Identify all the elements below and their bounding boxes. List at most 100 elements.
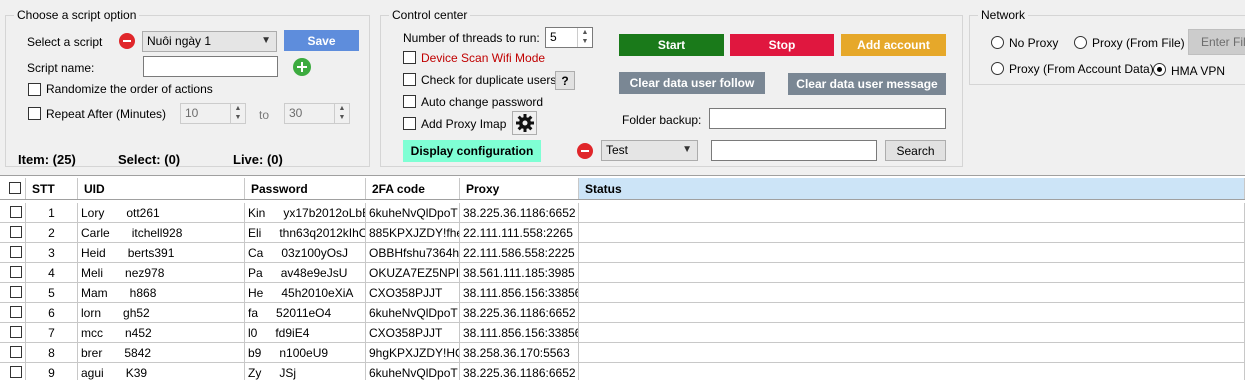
header-status[interactable]: Status <box>579 178 1245 199</box>
row-stt: 6 <box>26 303 78 323</box>
script-name-input[interactable] <box>143 56 278 77</box>
header-stt[interactable]: STT <box>26 178 78 199</box>
row-proxy: 38.225.36.1186:6652 <box>460 203 579 223</box>
header-password[interactable]: Password <box>245 178 366 199</box>
header-2fa[interactable]: 2FA code <box>366 178 460 199</box>
password-suffix: thn63q2012kIhO <box>279 226 366 240</box>
row-checkbox[interactable] <box>10 366 22 378</box>
row-checkbox[interactable] <box>10 206 22 218</box>
start-button[interactable]: Start <box>619 34 724 56</box>
table-row[interactable]: 3 Heid berts391 Ca 03z100yOsJ OBBHfshu7364hf 2… <box>0 243 1245 263</box>
uid-suffix: 5842 <box>124 346 152 360</box>
no-proxy-radio[interactable] <box>991 36 1004 49</box>
table-row[interactable]: 8brer 5842 b9 n100eU9 9hgKPXJZDY!HGD38.258.3… <box>0 343 1245 363</box>
password-prefix: Kin <box>248 206 266 220</box>
duplicate-checkbox[interactable] <box>403 73 416 86</box>
proxy-file-label: Proxy (From File) <box>1092 36 1185 50</box>
gear-icon <box>515 114 534 132</box>
password-prefix: Zy <box>248 366 262 380</box>
display-configuration-button[interactable]: Display configuration <box>403 140 541 162</box>
row-select <box>0 223 26 243</box>
spinner-arrows-icon: ▲ ▼ <box>334 104 349 123</box>
row-status <box>579 343 1245 363</box>
row-select <box>0 323 26 343</box>
row-checkbox[interactable] <box>10 266 22 278</box>
header-uid[interactable]: UID <box>78 178 245 199</box>
row-stt: 3 <box>26 243 78 263</box>
hma-vpn-radio[interactable] <box>1153 63 1166 76</box>
row-checkbox[interactable] <box>10 346 22 358</box>
clear-follow-button[interactable]: Clear data user follow <box>619 72 765 94</box>
uid-suffix: gh52 <box>123 306 150 320</box>
uid-suffix: n452 <box>125 326 152 340</box>
uid-prefix: Lory <box>81 206 105 220</box>
row-proxy: 38.561.111.185:3985 <box>460 263 579 283</box>
row-proxy: 38.225.36.1186:6652 <box>460 303 579 323</box>
table-row[interactable]: 4 Meli nez978 Pa av48e9eJsU OKUZA7EZ5NPIE 38.5… <box>0 263 1245 283</box>
search-input[interactable] <box>711 140 877 161</box>
row-checkbox[interactable] <box>10 326 22 338</box>
add-script-icon[interactable] <box>293 58 311 76</box>
row-uid: brer 5842 <box>78 343 245 363</box>
row-uid: Carle itchell928 <box>78 223 245 243</box>
script-select[interactable]: Nuôi ngày 1 ▼ <box>142 31 277 52</box>
search-button[interactable]: Search <box>885 140 946 161</box>
spinner-arrows-icon[interactable]: ▲ ▼ <box>577 28 592 47</box>
row-status <box>579 303 1245 323</box>
row-select <box>0 283 26 303</box>
filter-select-value: Test <box>606 143 629 157</box>
row-2fa: 6kuheNvQlDpoT <box>366 303 460 323</box>
settings-button[interactable] <box>512 111 537 135</box>
proxy-account-label: Proxy (From Account Data) <box>1009 62 1154 76</box>
randomize-checkbox[interactable] <box>28 83 41 96</box>
auto-change-checkbox[interactable] <box>403 95 416 108</box>
row-stt: 8 <box>26 343 78 363</box>
row-checkbox[interactable] <box>10 246 22 258</box>
add-account-button[interactable]: Add account <box>841 34 946 56</box>
table-row[interactable]: 1 Lory ott261 Kin yx17b2012oLbE 6kuheNvQlDpoT… <box>0 203 1245 223</box>
row-stt: 5 <box>26 283 78 303</box>
repeat-checkbox[interactable] <box>28 107 41 120</box>
header-proxy[interactable]: Proxy <box>460 178 579 199</box>
table-row[interactable]: 7 mcc n452 l0 fd9iE4 CXO358PJJT 38.111.856.156… <box>0 323 1245 343</box>
row-2fa: CXO358PJJT <box>366 323 460 343</box>
device-scan-checkbox[interactable] <box>403 51 416 64</box>
password-suffix: av48e9eJsU <box>280 266 348 280</box>
password-suffix: n100eU9 <box>279 346 329 360</box>
proxy-account-radio[interactable] <box>991 62 1004 75</box>
table-row[interactable]: 5 Mam h868 He 45h2010eXiA CXO358PJJT 38.111.85… <box>0 283 1245 303</box>
row-checkbox[interactable] <box>10 306 22 318</box>
row-2fa: 9hgKPXJZDY!HGD <box>366 343 460 363</box>
clear-message-button[interactable]: Clear data user message <box>788 73 946 95</box>
add-proxy-checkbox[interactable] <box>403 117 416 130</box>
row-stt: 2 <box>26 223 78 243</box>
row-uid: Lory ott261 <box>78 203 245 223</box>
row-checkbox[interactable] <box>10 286 22 298</box>
filter-select[interactable]: Test ▼ <box>601 140 698 161</box>
table-row[interactable]: 2 Carle itchell928 Eli thn63q2012kIhO 885KPXJ… <box>0 223 1245 243</box>
row-proxy: 22.111.111.558:2265 <box>460 223 579 243</box>
save-button[interactable]: Save <box>284 30 359 51</box>
remove-script-icon[interactable] <box>119 33 135 49</box>
to-label: to <box>259 108 270 122</box>
proxy-file-radio[interactable] <box>1074 36 1087 49</box>
row-uid: mcc n452 <box>78 323 245 343</box>
row-proxy: 38.258.36.170:5563 <box>460 343 579 363</box>
folder-backup-input[interactable] <box>709 108 946 129</box>
remove-filter-icon[interactable] <box>577 143 593 159</box>
help-button[interactable]: ? <box>555 71 575 90</box>
table-row[interactable]: 9 agui K39 Zy JSj 6kuheNvQlDpoT 38.225.36.1186… <box>0 363 1245 380</box>
stop-button[interactable]: Stop <box>730 34 834 56</box>
script-option-title: Choose a script option <box>14 8 140 22</box>
uid-suffix: ott261 <box>126 206 160 220</box>
row-uid: Meli nez978 <box>78 263 245 283</box>
duplicate-label: Check for duplicate users <box>421 73 557 87</box>
password-suffix: 52011eO4 <box>276 306 332 320</box>
table-row[interactable]: 6 lorn gh52 fa 52011eO4 6kuheNvQlDpoT 38.225.3… <box>0 303 1245 323</box>
threads-spinner[interactable]: 5 ▲ ▼ <box>545 27 593 48</box>
row-checkbox[interactable] <box>10 226 22 238</box>
uid-prefix: Mam <box>81 286 108 300</box>
row-select <box>0 263 26 283</box>
select-all-checkbox[interactable] <box>9 182 21 194</box>
select-count: Select: (0) <box>118 152 181 167</box>
